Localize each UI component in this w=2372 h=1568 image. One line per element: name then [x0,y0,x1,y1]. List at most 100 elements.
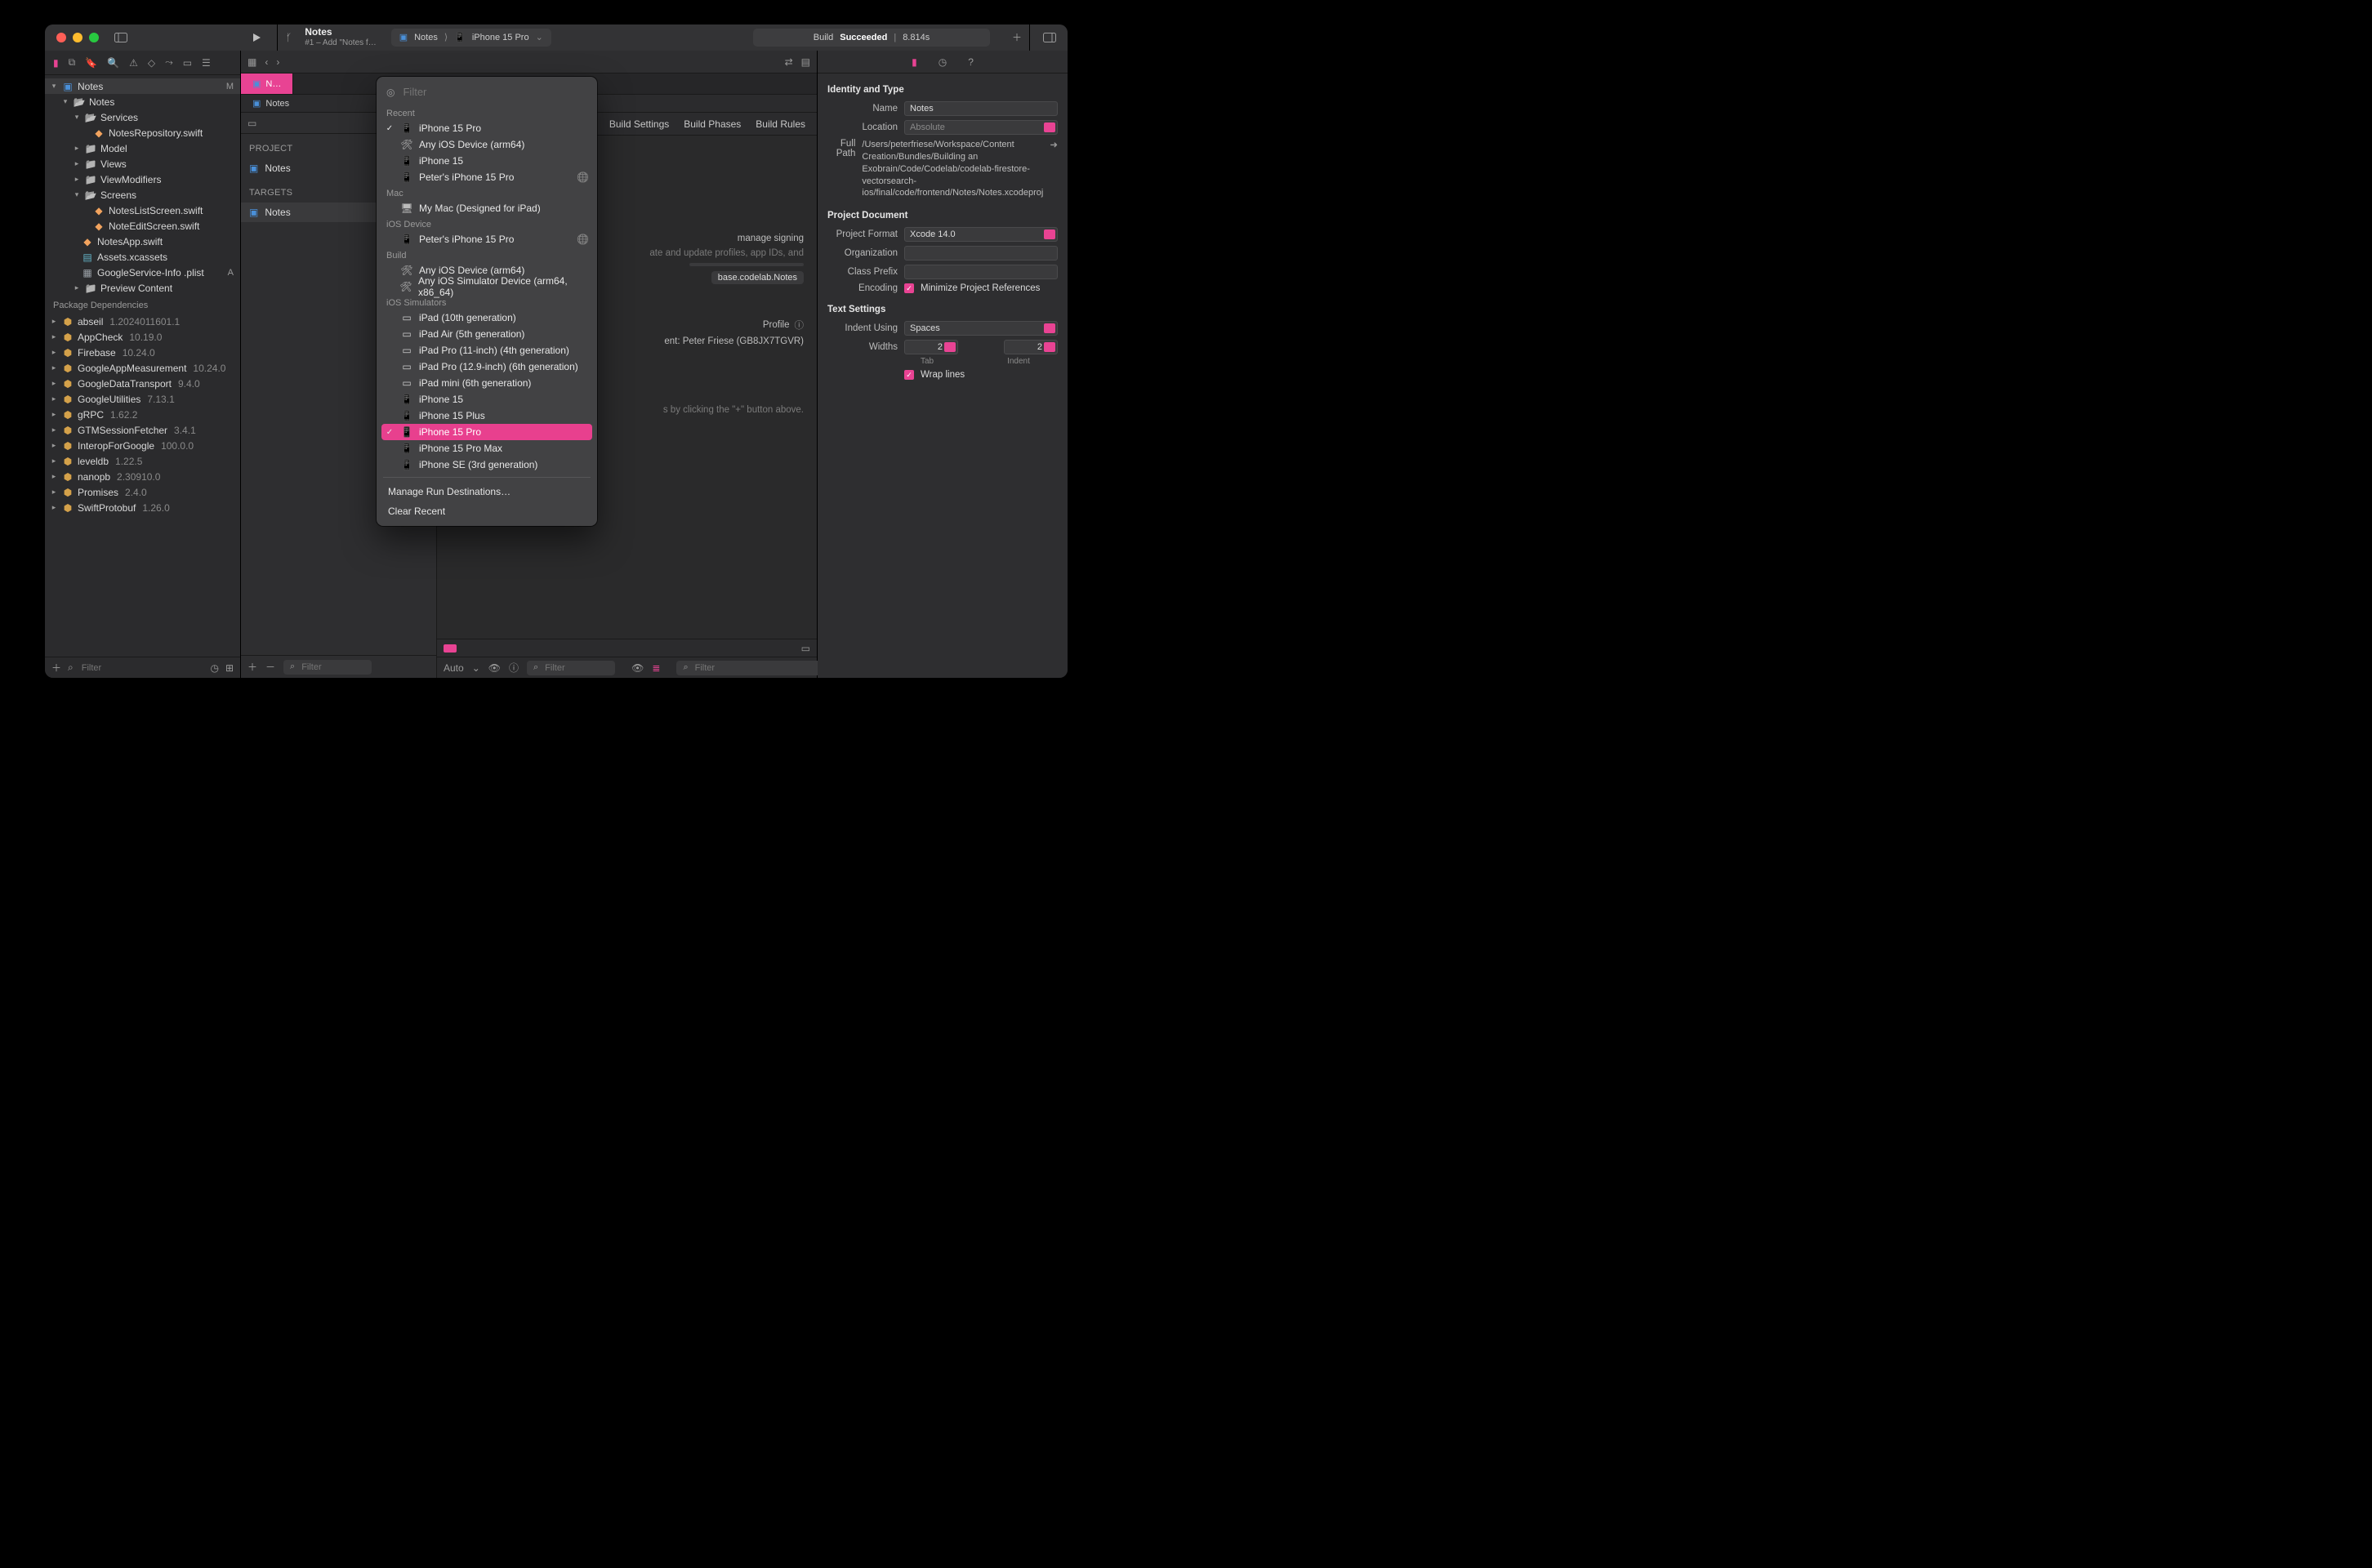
package-row[interactable]: ▸leveldb 1.22.5 [45,453,240,469]
package-row[interactable]: ▸GoogleUtilities 7.13.1 [45,391,240,407]
project-format-select[interactable]: Xcode 14.0 [904,227,1058,242]
canvas-chip[interactable] [444,644,457,653]
minimize-window-button[interactable] [73,33,82,42]
jump-bar[interactable]: ▦ ‹ › ⇄ ▤ [241,51,817,74]
bookmark-icon[interactable]: 🔖 [85,57,97,69]
compare-icon[interactable]: ⇄ [785,56,793,68]
clear-recent[interactable]: Clear Recent [377,501,597,521]
wrap-lines-checkbox[interactable]: ✓ [904,370,914,380]
auto-label[interactable]: Auto [444,662,464,674]
package-row[interactable]: ▸SwiftProtobuf 1.26.0 [45,500,240,515]
editor-tab[interactable]: N… [241,74,293,94]
reports-icon[interactable]: ☰ [202,57,211,69]
breadcrumb[interactable]: Notes [241,95,301,112]
tree-group[interactable]: ▸ Views [45,156,240,172]
bundle-id-field[interactable]: base.codelab.Notes [711,271,804,284]
tab-build-rules[interactable]: Build Rules [756,118,805,130]
sidebar-toggle-icon[interactable] [110,33,132,42]
remove-target-button[interactable]: － [265,660,275,674]
targets-filter-input[interactable] [300,662,365,673]
history-inspector-icon[interactable]: ◷ [939,56,947,68]
targets-filter[interactable]: ⌕ [283,660,372,675]
back-button[interactable]: ‹ [265,56,268,68]
debug-icon[interactable]: ⤳ [165,56,173,69]
tree-group[interactable]: ▸ Preview Content [45,280,240,296]
location-select[interactable]: Absolute [904,120,1058,135]
tree-file[interactable]: Assets.xcassets [45,249,240,265]
destination-row[interactable]: ✓iPhone 15 Pro [381,424,592,440]
library-button[interactable] [1043,33,1056,42]
tab-build-phases[interactable]: Build Phases [684,118,741,130]
tree-group[interactable]: ▸ ViewModifiers [45,172,240,187]
tests-icon[interactable]: ◇ [148,57,155,69]
scm-filter-icon[interactable]: ⊞ [225,662,234,674]
help-inspector-icon[interactable]: ? [968,56,974,68]
add-file-button[interactable]: ＋ [51,661,61,675]
package-row[interactable]: ▸Promises 2.4.0 [45,484,240,500]
destination-row[interactable]: Any iOS Device (arm64) [377,136,597,153]
indent-width-stepper[interactable]: 2 [1004,340,1058,354]
info-icon[interactable]: ⓘ [795,318,805,332]
zoom-window-button[interactable] [89,33,99,42]
file-inspector-icon[interactable]: ▮ [912,56,917,68]
file-tree[interactable]: ▾ Notes M ▾ Notes ▾ Services NotesReposi… [45,75,240,657]
destination-row[interactable]: Peter's iPhone 15 Pro [377,231,597,247]
class-prefix-field[interactable] [904,265,1058,279]
breakpoints-icon[interactable]: ▭ [183,57,192,69]
destination-row[interactable]: ✓iPhone 15 Pro [377,120,597,136]
clock-icon[interactable]: ◷ [210,662,218,674]
tree-group[interactable]: ▾ Notes [45,94,240,109]
destination-row[interactable]: iPad (10th generation) [377,310,597,326]
destination-row[interactable]: iPad mini (6th generation) [377,375,597,391]
outline-toggle-icon[interactable]: ▭ [247,118,256,129]
destination-row[interactable]: iPad Pro (12.9-inch) (6th generation) [377,359,597,375]
package-row[interactable]: ▸GTMSessionFetcher 3.4.1 [45,422,240,438]
destination-row[interactable]: iPad Air (5th generation) [377,326,597,342]
scheme-selector[interactable]: Notes ⟩ iPhone 15 Pro ⌄ [391,29,551,47]
package-row[interactable]: ▸Firebase 10.24.0 [45,345,240,360]
tree-file[interactable]: GoogleService-Info .plist A [45,265,240,280]
tree-file[interactable]: NotesRepository.swift [45,125,240,140]
issues-icon[interactable]: ⚠ [129,57,138,69]
destination-row[interactable]: iPad Pro (11-inch) (4th generation) [377,342,597,359]
tree-file[interactable]: NotesApp.swift [45,234,240,249]
project-navigator-icon[interactable] [53,57,59,69]
tree-file[interactable]: NoteEditScreen.swift [45,218,240,234]
tree-group[interactable]: ▾ Services [45,109,240,125]
destination-row[interactable]: iPhone SE (3rd generation) [377,457,597,473]
manage-destinations[interactable]: Manage Run Destinations… [377,482,597,501]
info-icon[interactable]: ⓘ [509,661,519,675]
destination-filter-input[interactable] [401,85,587,99]
destination-row[interactable]: My Mac (Designed for iPad) [377,200,597,216]
destination-row[interactable]: iPhone 15 [377,153,597,169]
eye-icon[interactable]: 👁 [488,662,501,674]
canvas-settings-icon[interactable]: ▭ [801,643,810,654]
destination-row[interactable]: iPhone 15 Pro Max [377,440,597,457]
name-field[interactable]: Notes [904,101,1058,116]
variables-filter-input[interactable] [543,662,609,674]
tab-build-settings[interactable]: Build Settings [609,118,669,130]
tab-width-stepper[interactable]: 2 [904,340,958,354]
navigator-filter-input[interactable] [80,662,204,674]
package-row[interactable]: ▸AppCheck 10.19.0 [45,329,240,345]
adjust-editor-icon[interactable]: ▤ [801,56,810,68]
console-filter-input[interactable] [693,662,824,674]
package-row[interactable]: ▸GoogleDataTransport 9.4.0 [45,376,240,391]
destination-row[interactable]: Any iOS Simulator Device (arm64, x86_64) [377,278,597,295]
add-button[interactable]: ＋ [1006,30,1028,44]
destination-row[interactable]: iPhone 15 [377,391,597,408]
team-select[interactable] [689,263,804,266]
add-target-button[interactable]: ＋ [247,660,257,674]
package-row[interactable]: ▸nanopb 2.30910.0 [45,469,240,484]
source-control-icon[interactable]: ⧉ [69,56,76,69]
tree-root[interactable]: ▾ Notes M [45,78,240,94]
eye-icon[interactable]: 👁 [631,662,644,674]
related-items-icon[interactable]: ▦ [247,56,256,68]
encoding-checkbox[interactable]: ✓ [904,283,914,293]
search-icon[interactable]: 🔍 [107,57,119,69]
run-button[interactable] [246,32,267,43]
metrics-icon[interactable]: ≣ [652,662,660,674]
package-row[interactable]: ▸InteropForGoogle 100.0.0 [45,438,240,453]
package-row[interactable]: ▸gRPC 1.62.2 [45,407,240,422]
package-row[interactable]: ▸GoogleAppMeasurement 10.24.0 [45,360,240,376]
